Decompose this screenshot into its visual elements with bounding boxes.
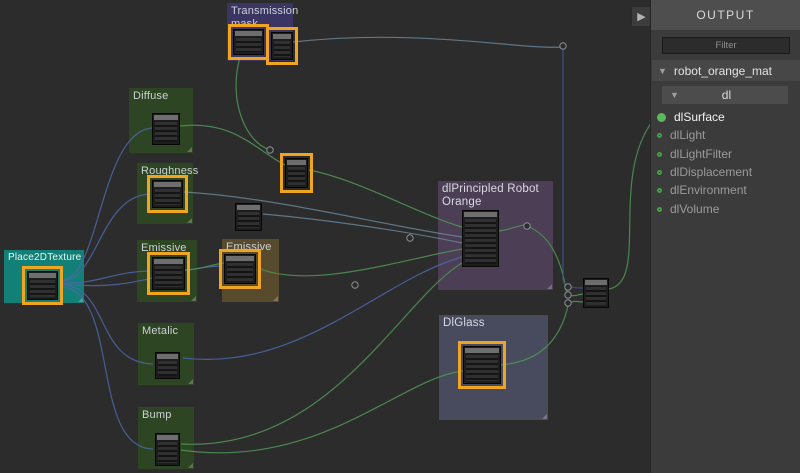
collapse-arrow-icon: ▶ [637, 10, 645, 23]
mini-node-dlglass[interactable] [463, 346, 501, 384]
material-row[interactable]: ▼ robot_orange_mat [652, 60, 800, 81]
port-open-icon [657, 207, 662, 212]
output-panel: OUTPUT Filter ▼ robot_orange_mat ▼ dl dl… [650, 0, 800, 473]
node-graph-editor: Transmission mask Diffuse Roughness Emis… [0, 0, 800, 473]
mini-node-emissive[interactable] [152, 257, 185, 290]
output-item-dllight[interactable]: dlLight [657, 126, 705, 144]
wire [236, 57, 270, 150]
output-item-label: dlVolume [670, 202, 719, 216]
filter-placeholder: Filter [715, 40, 736, 51]
connector-dot [560, 43, 566, 49]
mini-node-float-a[interactable] [285, 158, 308, 188]
wire [258, 249, 462, 276]
connector-dot [352, 282, 358, 288]
connector-dot [565, 292, 571, 298]
wire [309, 170, 462, 227]
output-item-dllightfilter[interactable]: dlLightFilter [657, 145, 732, 163]
port-open-icon [657, 170, 662, 175]
mini-node-dlprincipled[interactable] [462, 210, 499, 267]
output-item-dlenvironment[interactable]: dlEnvironment [657, 181, 747, 199]
panel-title: OUTPUT [696, 8, 754, 22]
mini-node-roughness[interactable] [152, 180, 183, 208]
connector-dot [524, 223, 530, 229]
wire [181, 263, 462, 444]
connector-dot [267, 147, 273, 153]
output-item-label: dlSurface [674, 110, 725, 124]
mini-node-place2dtexture[interactable] [27, 271, 58, 300]
connector-dot [565, 300, 571, 306]
wire [184, 192, 462, 237]
mini-node-metalic[interactable] [155, 352, 180, 379]
port-open-icon [657, 152, 662, 157]
output-panel-header: OUTPUT [651, 0, 800, 30]
port-connected-icon [657, 113, 666, 122]
wire [500, 301, 583, 365]
port-open-icon [657, 188, 662, 193]
panel-collapse-button[interactable]: ▶ [631, 6, 652, 27]
mini-node-transmission-a[interactable] [233, 29, 264, 55]
group-row-dl[interactable]: ▼ dl [662, 86, 788, 104]
output-item-label: dlLight [670, 128, 705, 142]
material-name: robot_orange_mat [674, 64, 772, 78]
wire [293, 37, 562, 47]
wire [62, 285, 153, 364]
filter-input[interactable]: Filter [662, 37, 790, 54]
wire [609, 118, 655, 289]
output-item-label: dlEnvironment [670, 183, 747, 197]
wire [62, 128, 152, 280]
output-item-label: dlDisplacement [670, 165, 752, 179]
mini-node-emissive-mask[interactable] [224, 254, 256, 284]
port-open-icon [657, 133, 662, 138]
output-item-label: dlLightFilter [670, 147, 732, 161]
mini-node-transmission-b[interactable] [271, 32, 293, 60]
connector-dot [565, 284, 571, 290]
wire [62, 287, 153, 449]
output-item-dlsurface[interactable]: dlSurface [657, 108, 725, 126]
wire [181, 371, 463, 453]
mini-node-diffuse[interactable] [152, 113, 180, 145]
output-item-dlvolume[interactable]: dlVolume [657, 200, 719, 218]
wire [180, 125, 287, 166]
wire [563, 49, 583, 288]
chevron-down-icon: ▼ [670, 90, 679, 100]
group-name: dl [679, 88, 774, 102]
output-item-dldisplacement[interactable]: dlDisplacement [657, 163, 752, 181]
mini-node-output-merge[interactable] [583, 278, 609, 308]
mini-node-bump[interactable] [155, 433, 180, 466]
wire [62, 194, 150, 281]
chevron-down-icon: ▼ [658, 66, 667, 76]
connector-dot [407, 235, 413, 241]
mini-node-float-b[interactable] [235, 203, 262, 231]
